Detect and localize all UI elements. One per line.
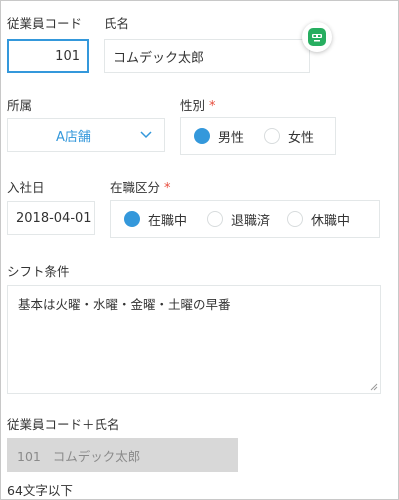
employee-code-value: 101 [55, 48, 80, 64]
name-value: コムデック太郎 [113, 50, 205, 66]
employee-code-input[interactable]: 101 [7, 39, 89, 73]
widget-button[interactable] [302, 22, 332, 52]
status-option-active[interactable]: 在職中 [124, 210, 187, 229]
employment-status-label: 在職区分 * [110, 177, 171, 196]
code-plus-name-field: 101 コムデック太郎 [7, 438, 238, 472]
radio-checked-icon [124, 211, 140, 227]
code-plus-name-label: 従業員コード＋氏名 [7, 417, 120, 432]
code-plus-name-hint: 64文字以下 [7, 483, 73, 498]
gender-radio-group: 男性 女性 [180, 117, 336, 155]
shift-conditions-value: 基本は火曜・水曜・金曜・土曜の早番 [18, 297, 231, 312]
gender-option-female[interactable]: 女性 [264, 127, 314, 146]
gender-label: 性別 * [180, 95, 216, 114]
shift-conditions-label: シフト条件 [7, 264, 70, 279]
status-option-leave-label: 休職中 [311, 213, 351, 229]
gender-option-female-label: 女性 [288, 130, 315, 146]
chevron-down-icon [140, 131, 152, 139]
name-label: 氏名 [104, 16, 130, 31]
shift-conditions-textarea[interactable]: 基本は火曜・水曜・金曜・土曜の早番 [7, 285, 381, 394]
gender-required-mark: * [209, 99, 216, 114]
name-input[interactable]: コムデック太郎 [104, 39, 310, 73]
department-selected: A店舗 [56, 129, 91, 145]
status-option-retired-label: 退職済 [231, 213, 271, 229]
gender-option-male[interactable]: 男性 [194, 127, 244, 146]
hire-date-label: 入社日 [7, 180, 45, 195]
department-select[interactable]: A店舗 [7, 118, 165, 152]
employment-status-radio-group: 在職中 退職済 休職中 [110, 200, 380, 238]
employment-status-required-mark: * [164, 181, 171, 196]
radio-unchecked-icon [287, 211, 304, 227]
gender-label-text: 性別 [180, 98, 206, 113]
hire-date-input[interactable]: 2018-04-01 [7, 201, 95, 235]
resize-grip-icon[interactable] [370, 383, 378, 391]
status-option-active-label: 在職中 [148, 213, 188, 229]
status-option-retired[interactable]: 退職済 [207, 210, 270, 229]
radio-unchecked-icon [207, 211, 224, 227]
employment-status-label-text: 在職区分 [110, 180, 161, 195]
department-label: 所属 [7, 98, 33, 113]
gender-option-male-label: 男性 [218, 130, 245, 146]
robot-icon [308, 28, 326, 46]
hire-date-value: 2018-04-01 [16, 210, 92, 226]
radio-unchecked-icon [264, 128, 281, 144]
code-plus-name-value: 101 コムデック太郎 [17, 448, 141, 464]
employee-code-label: 従業員コード [7, 16, 83, 31]
status-option-leave[interactable]: 休職中 [287, 210, 350, 229]
radio-checked-icon [194, 128, 210, 144]
